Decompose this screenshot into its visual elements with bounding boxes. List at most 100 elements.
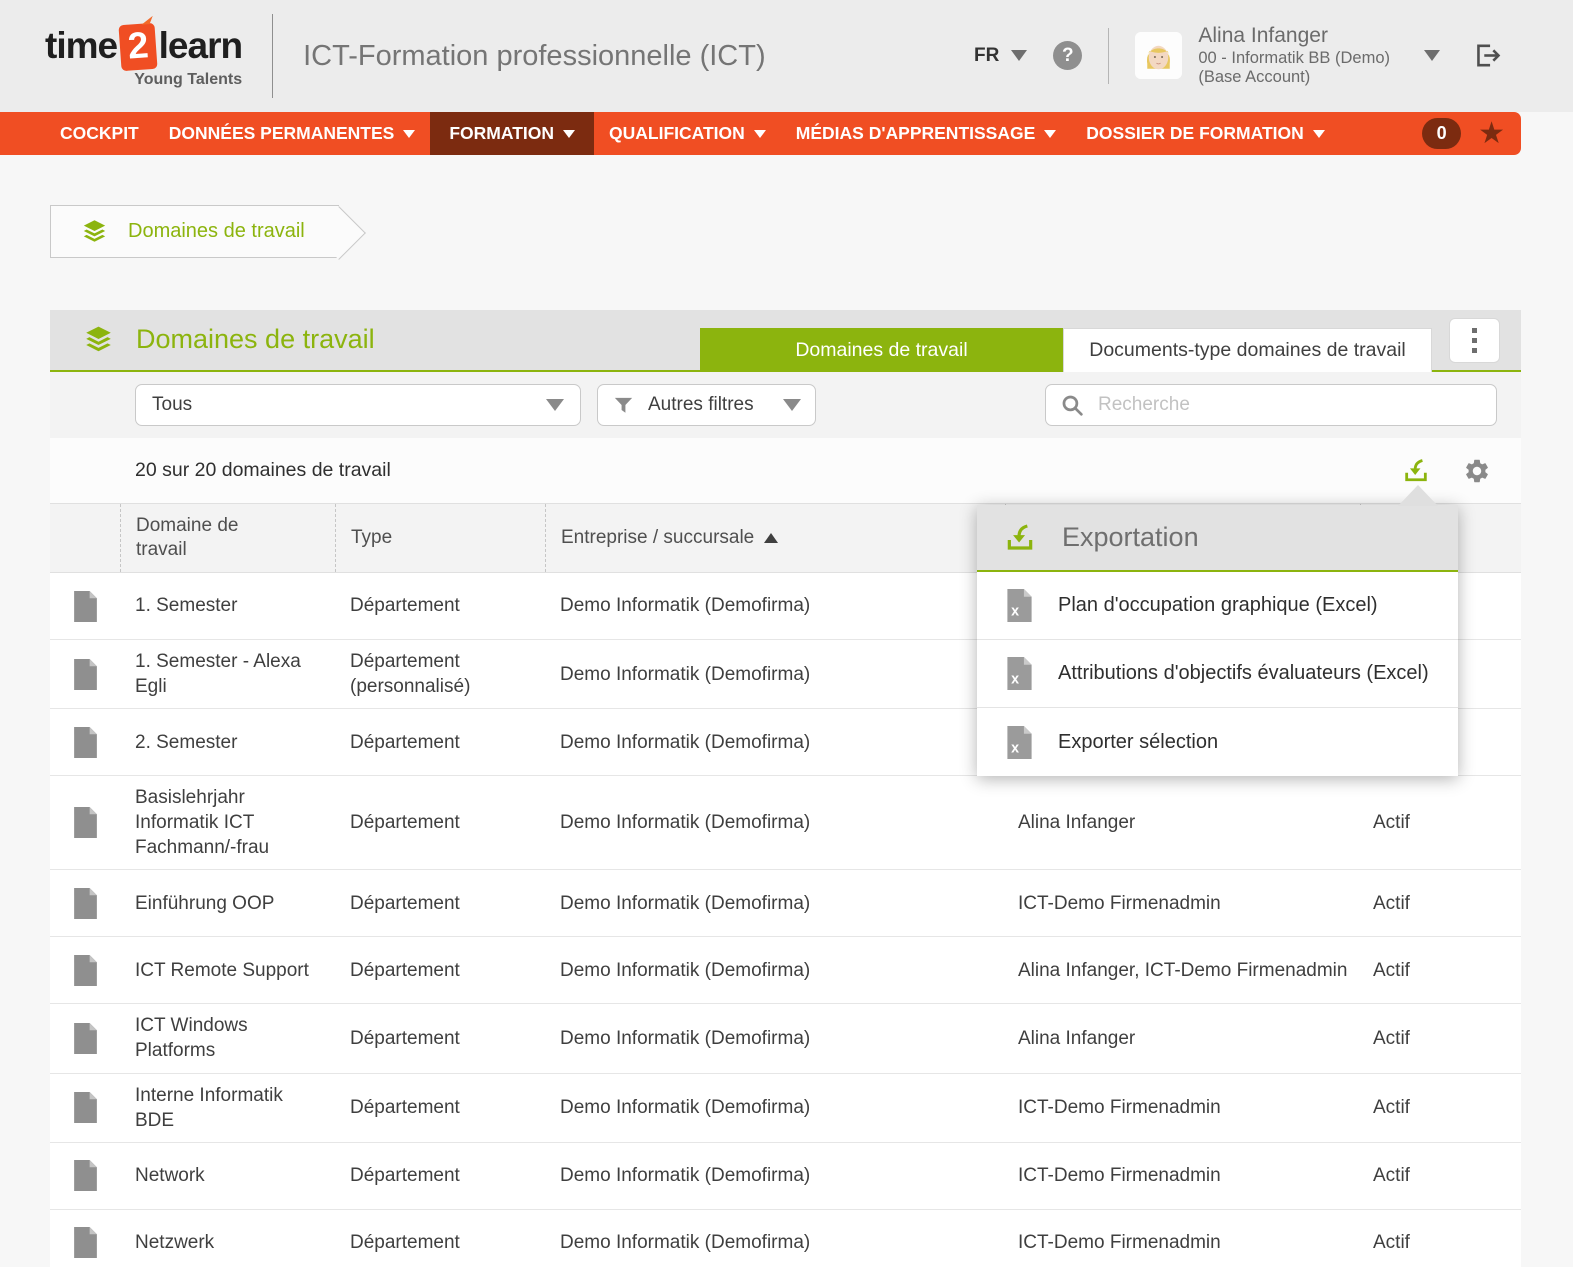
cell-status: Actif <box>1360 1143 1521 1209</box>
page-title: Domaines de travail <box>136 324 375 355</box>
cell-entreprise: Demo Informatik (Demofirma) <box>545 709 1005 775</box>
document-icon <box>50 709 120 775</box>
export-menu-header: Exportation <box>977 505 1458 572</box>
user-account-line1: 00 - Informatik BB (Demo) <box>1198 49 1390 68</box>
export-menu-item-exporter-selection[interactable]: x Exporter sélection <box>977 708 1458 776</box>
logout-icon[interactable] <box>1472 40 1503 71</box>
search-icon <box>1060 393 1085 418</box>
table-row[interactable]: ICT Remote Support Département Demo Info… <box>50 937 1521 1004</box>
cell-entreprise: Demo Informatik (Demofirma) <box>545 1074 1005 1142</box>
export-menu: Exportation x Plan d'occupation graphiqu… <box>977 505 1458 776</box>
cell-entreprise: Demo Informatik (Demofirma) <box>545 937 1005 1003</box>
user-name: Alina Infanger <box>1198 24 1390 49</box>
column-header-entreprise[interactable]: Entreprise / succursale <box>545 504 1005 572</box>
table-header-spacer <box>50 504 120 572</box>
avatar <box>1135 32 1182 79</box>
chevron-down-icon <box>546 399 564 411</box>
type-filter-value: Tous <box>152 394 192 416</box>
cell-owner: Alina Infanger, ICT-Demo Firmenadmin <box>1005 937 1360 1003</box>
results-bar: 20 sur 20 domaines de travail <box>50 438 1521 503</box>
nav-item-donnees-permanentes[interactable]: DONNÉES PERMANENTES <box>154 112 431 155</box>
nav-item-dossier-formation[interactable]: DOSSIER DE FORMATION <box>1071 112 1339 155</box>
filter-bar: Tous Autres filtres <box>50 372 1521 438</box>
export-icon <box>1004 522 1036 554</box>
export-menu-item-attributions[interactable]: x Attributions d'objectifs évaluateurs (… <box>977 640 1458 708</box>
notification-badge[interactable]: 0 <box>1422 118 1461 149</box>
layers-icon <box>81 218 108 245</box>
language-dropdown-icon[interactable] <box>1011 50 1027 61</box>
cell-status: Actif <box>1360 1004 1521 1072</box>
help-icon[interactable]: ? <box>1053 41 1082 70</box>
user-account-line2: (Base Account) <box>1198 68 1390 87</box>
type-filter-select[interactable]: Tous <box>135 384 581 426</box>
cell-domaine: Einführung OOP <box>120 870 335 936</box>
table-row[interactable]: Interne Informatik BDE Département Demo … <box>50 1074 1521 1143</box>
header-right-cluster: FR ? Alina Infanger 00 - Informatik BB (… <box>974 24 1573 88</box>
nav-right-cluster: 0 ★ <box>1422 112 1521 155</box>
chevron-down-icon <box>563 130 575 138</box>
table-row[interactable]: Network Département Demo Informatik (Dem… <box>50 1143 1521 1210</box>
table-row[interactable]: Basislehrjahr Informatik ICT Fachmann/-f… <box>50 776 1521 870</box>
cell-status: Actif <box>1360 870 1521 936</box>
svg-text:x: x <box>1011 740 1019 756</box>
language-label[interactable]: FR <box>974 45 999 67</box>
app-title: ICT-Formation professionnelle (ICT) <box>303 40 766 73</box>
cell-domaine: ICT Windows Platforms <box>120 1004 335 1072</box>
nav-item-qualification[interactable]: QUALIFICATION <box>594 112 781 155</box>
table-row[interactable]: Netzwerk Département Demo Informatik (De… <box>50 1210 1521 1267</box>
more-options-button[interactable] <box>1449 318 1500 363</box>
nav-item-cockpit[interactable]: COCKPIT <box>45 112 154 155</box>
cell-entreprise: Demo Informatik (Demofirma) <box>545 1210 1005 1267</box>
export-menu-item-plan-occupation[interactable]: x Plan d'occupation graphique (Excel) <box>977 572 1458 640</box>
cell-type: Département <box>335 1074 545 1142</box>
chevron-down-icon <box>783 399 801 411</box>
cell-domaine: Basislehrjahr Informatik ICT Fachmann/-f… <box>120 776 335 869</box>
work-domains-panel: Domaines de travail Domaines de travail … <box>50 310 1521 1267</box>
cell-entreprise: Demo Informatik (Demofirma) <box>545 1004 1005 1072</box>
chevron-down-icon <box>754 130 766 138</box>
cell-domaine: 2. Semester <box>120 709 335 775</box>
nav-item-medias-apprentissage[interactable]: MÉDIAS D'APPRENTISSAGE <box>781 112 1071 155</box>
kebab-icon <box>1472 338 1477 343</box>
gear-icon[interactable] <box>1463 457 1491 485</box>
cell-type: Département <box>335 776 545 869</box>
tabs: Domaines de travail Documents-type domai… <box>700 328 1432 372</box>
excel-file-icon: x <box>1006 726 1033 759</box>
cell-domaine: Network <box>120 1143 335 1209</box>
document-icon <box>50 870 120 936</box>
tab-domaines-de-travail[interactable]: Domaines de travail <box>700 328 1063 372</box>
cell-type: Département <box>335 709 545 775</box>
breadcrumb[interactable]: Domaines de travail <box>50 205 339 258</box>
column-header-type[interactable]: Type <box>335 504 545 572</box>
user-info: Alina Infanger 00 - Informatik BB (Demo)… <box>1198 24 1390 88</box>
cell-owner: Alina Infanger <box>1005 776 1360 869</box>
document-icon <box>50 1074 120 1142</box>
search-input[interactable] <box>1098 394 1482 416</box>
table-row[interactable]: Einführung OOP Département Demo Informat… <box>50 870 1521 937</box>
excel-file-icon: x <box>1006 657 1033 690</box>
star-icon[interactable]: ★ <box>1478 119 1505 149</box>
account-dropdown-icon[interactable] <box>1424 50 1440 61</box>
cell-domaine: 1. Semester <box>120 573 335 639</box>
export-icon[interactable] <box>1402 457 1430 485</box>
document-icon <box>50 1210 120 1267</box>
cell-owner: Alina Infanger <box>1005 1004 1360 1072</box>
more-filters-button[interactable]: Autres filtres <box>597 384 816 426</box>
kebab-icon <box>1472 328 1477 333</box>
cell-owner: ICT-Demo Firmenadmin <box>1005 1074 1360 1142</box>
cell-domaine: Netzwerk <box>120 1210 335 1267</box>
breadcrumb-label: Domaines de travail <box>128 220 305 243</box>
cell-status: Actif <box>1360 776 1521 869</box>
document-icon <box>50 937 120 1003</box>
column-header-domaine[interactable]: Domaine de travail <box>120 504 335 572</box>
export-menu-title: Exportation <box>1062 522 1199 553</box>
table-row[interactable]: ICT Windows Platforms Département Demo I… <box>50 1004 1521 1073</box>
cell-type: Département <box>335 870 545 936</box>
cell-owner: ICT-Demo Firmenadmin <box>1005 870 1360 936</box>
panel-header: Domaines de travail Domaines de travail … <box>50 310 1521 372</box>
svg-text:x: x <box>1011 603 1019 619</box>
cell-domaine: ICT Remote Support <box>120 937 335 1003</box>
time2learn-logo[interactable]: time2learn Young Talents <box>45 24 242 89</box>
tab-documents-type[interactable]: Documents-type domaines de travail <box>1063 328 1432 372</box>
nav-item-formation[interactable]: FORMATION <box>430 112 594 155</box>
